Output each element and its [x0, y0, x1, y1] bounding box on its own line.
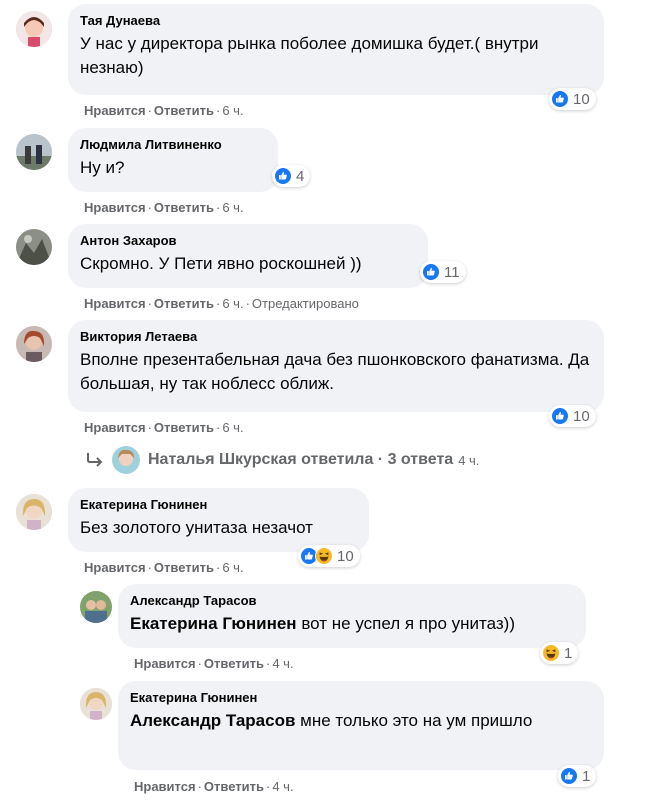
comment-bubble: Людмила Литвиненко Ну и? [68, 128, 278, 192]
timestamp[interactable]: 4 ч. [272, 656, 293, 671]
reaction-count: 1 [564, 644, 573, 662]
like-icon [274, 167, 292, 185]
reply-button[interactable]: Ответить [154, 296, 214, 311]
comment-text: Вполне презентабельная дача без пшонковс… [80, 350, 590, 393]
reaction-count: 10 [337, 547, 354, 565]
avatar [112, 446, 140, 474]
comment-author[interactable]: Тая Дунаева [80, 12, 592, 29]
comment-bubble: Екатерина Гюнинен Александр Тарасов мне … [118, 681, 604, 770]
timestamp[interactable]: 6 ч. [222, 103, 243, 118]
view-replies-link[interactable]: Наталья Шкурская ответила · 3 ответа 4 ч… [84, 446, 479, 474]
like-button[interactable]: Нравится [84, 103, 146, 118]
comment-actions: Нравится · Ответить · 4 ч. [134, 779, 294, 794]
comment-author[interactable]: Александр Тарасов [130, 592, 574, 609]
mention-link[interactable]: Екатерина Гюнинен [130, 614, 297, 633]
comment-actions: Нравится · Ответить · 6 ч. · Отредактировано [84, 296, 359, 311]
avatar[interactable] [80, 688, 112, 720]
reply-button[interactable]: Ответить [204, 779, 264, 794]
avatar-image [16, 494, 52, 530]
timestamp[interactable]: 6 ч. [222, 200, 243, 215]
timestamp[interactable]: 4 ч. [272, 779, 293, 794]
timestamp[interactable]: 6 ч. [222, 560, 243, 575]
like-icon [560, 767, 578, 785]
like-button[interactable]: Нравится [84, 296, 146, 311]
timestamp: 4 ч. [458, 452, 480, 468]
reaction-summary[interactable]: 1 [558, 765, 597, 787]
avatar[interactable] [16, 326, 52, 362]
comment-actions: Нравится · Ответить · 6 ч. [84, 560, 244, 575]
edited-label: Отредактировано [251, 296, 359, 311]
avatar[interactable] [80, 591, 112, 623]
comment-text: У нас у директора рынка поболее домишка … [80, 34, 539, 77]
comment-text: Екатерина Гюнинен вот не успел я про уни… [130, 614, 515, 633]
like-icon [422, 263, 440, 281]
reaction-summary[interactable]: 4 [272, 165, 311, 187]
reply-arrow-icon [87, 453, 103, 467]
comment-bubble: Тая Дунаева У нас у директора рынка побо… [68, 4, 604, 95]
reaction-summary[interactable]: 10 [298, 545, 360, 567]
reply-button[interactable]: Ответить [154, 420, 214, 435]
reaction-summary[interactable]: 11 [420, 261, 466, 283]
comment-text: Без золотого унитаза незачот [80, 518, 313, 537]
comment-actions: Нравится · Ответить · 6 ч. [84, 103, 244, 118]
reaction-count: 10 [573, 90, 590, 108]
avatar-image [80, 591, 112, 623]
comment-text: Ну и? [80, 158, 125, 177]
haha-icon [315, 547, 333, 565]
like-icon [551, 90, 569, 108]
reply-button[interactable]: Ответить [154, 200, 214, 215]
comment-bubble: Александр Тарасов Екатерина Гюнинен вот … [118, 584, 586, 648]
comment-bubble: Виктория Летаева Вполне презентабельная … [68, 320, 604, 412]
avatar[interactable] [16, 134, 52, 170]
like-button[interactable]: Нравится [134, 656, 196, 671]
comment-text: Скромно. У Пети явно роскошней )) [80, 254, 362, 273]
haha-icon [542, 644, 560, 662]
avatar-image [16, 229, 52, 265]
avatar[interactable] [16, 11, 52, 47]
avatar-image [16, 326, 52, 362]
replies-summary-text: Наталья Шкурская ответила · 3 ответа [148, 451, 454, 468]
reaction-count: 4 [296, 167, 305, 185]
comment-author[interactable]: Людмила Литвиненко [80, 136, 266, 153]
avatar-image [16, 134, 52, 170]
reaction-count: 10 [573, 407, 590, 425]
reply-button[interactable]: Ответить [154, 560, 214, 575]
reaction-count: 1 [582, 767, 591, 785]
avatar[interactable] [16, 229, 52, 265]
comment-bubble: Екатерина Гюнинен Без золотого унитаза н… [68, 488, 369, 552]
comment-actions: Нравится · Ответить · 4 ч. [134, 656, 294, 671]
avatar[interactable] [16, 494, 52, 530]
comment-author[interactable]: Антон Захаров [80, 232, 416, 249]
timestamp[interactable]: 6 ч. [222, 420, 243, 435]
comment-bubble: Антон Захаров Скромно. У Пети явно роско… [68, 224, 428, 288]
reaction-summary[interactable]: 10 [549, 88, 596, 110]
comment-actions: Нравится · Ответить · 6 ч. [84, 420, 244, 435]
comment-actions: Нравится · Ответить · 6 ч. [84, 200, 244, 215]
mention-link[interactable]: Александр Тарасов [130, 711, 295, 730]
like-icon [551, 407, 569, 425]
reply-button[interactable]: Ответить [204, 656, 264, 671]
like-button[interactable]: Нравится [84, 420, 146, 435]
comment-author[interactable]: Екатерина Гюнинен [80, 496, 357, 513]
reaction-count: 11 [444, 263, 460, 281]
like-button[interactable]: Нравится [134, 779, 196, 794]
avatar-image [80, 688, 112, 720]
like-button[interactable]: Нравится [84, 200, 146, 215]
reply-button[interactable]: Ответить [154, 103, 214, 118]
comment-text: Александр Тарасов мне только это на ум п… [130, 711, 533, 730]
avatar-image [16, 11, 52, 47]
timestamp[interactable]: 6 ч. [222, 296, 243, 311]
reaction-summary[interactable]: 10 [549, 405, 596, 427]
like-button[interactable]: Нравится [84, 560, 146, 575]
reaction-summary[interactable]: 1 [540, 642, 579, 664]
comment-author[interactable]: Виктория Летаева [80, 328, 592, 345]
comment-author[interactable]: Екатерина Гюнинен [130, 689, 592, 706]
